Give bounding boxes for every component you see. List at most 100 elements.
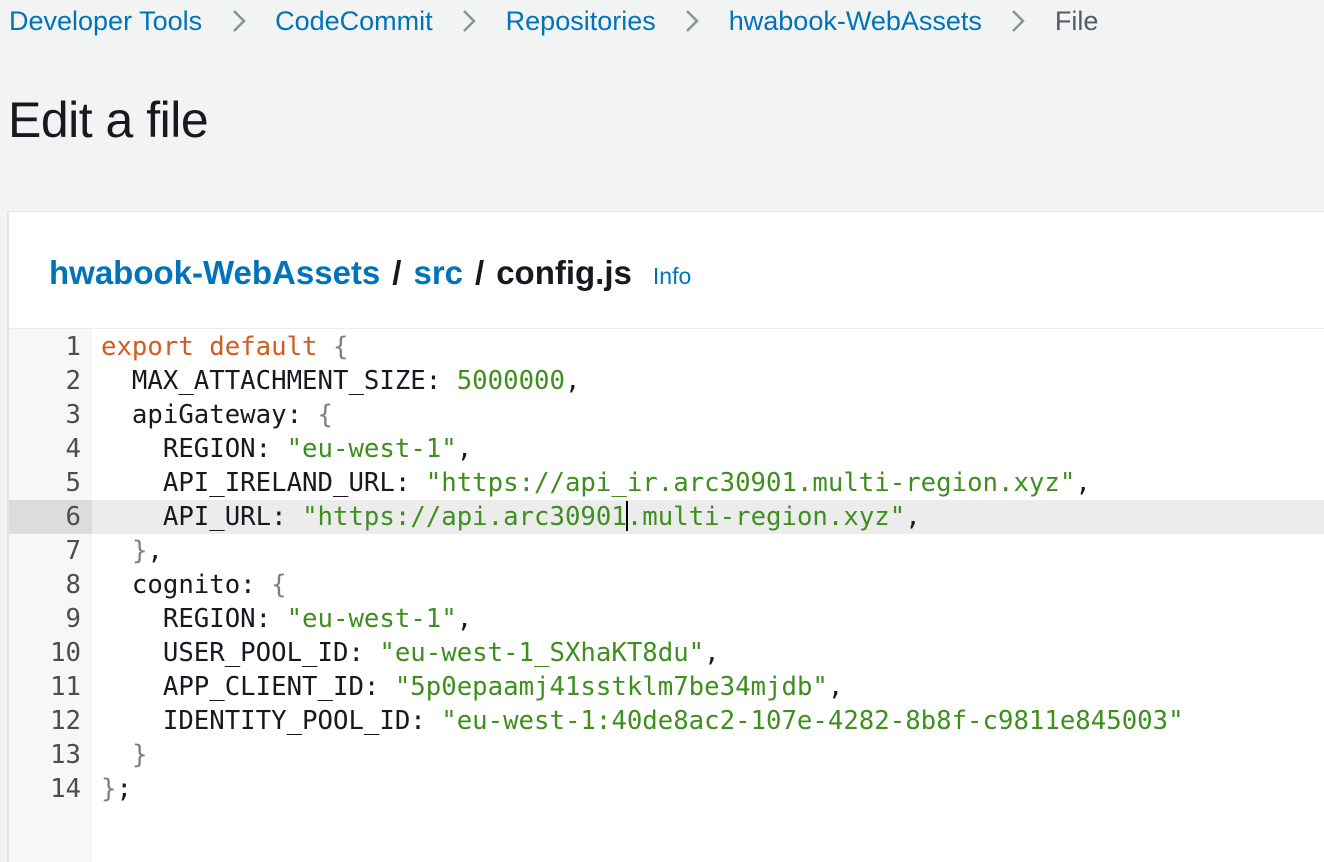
- code-token: {: [332, 332, 349, 362]
- file-path-repo-link[interactable]: hwabook-WebAssets: [49, 254, 380, 292]
- line-number: 8: [65, 570, 81, 600]
- code-token: {: [317, 400, 333, 430]
- code-token: "https://api_ir.arc30901.multi-region.xy…: [425, 468, 1076, 498]
- code-token: REGION:: [101, 604, 287, 634]
- line-number: 6: [9, 500, 92, 534]
- code-line[interactable]: 1 export default {: [9, 330, 1324, 364]
- code-text[interactable]: API_URL: "https://api.arc30901 .multi-reg…: [101, 500, 921, 534]
- code-token: IDENTITY_POOL_ID:: [101, 706, 442, 736]
- code-token: APP_CLIENT_ID:: [101, 672, 395, 702]
- info-link[interactable]: Info: [653, 263, 691, 290]
- code-text[interactable]: apiGateway: {: [101, 398, 333, 432]
- code-line[interactable]: 5 API_IRELAND_URL: "https://api_ir.arc30…: [9, 466, 1324, 500]
- code-token: export default: [101, 332, 318, 362]
- chevron-right-icon: [656, 9, 729, 33]
- code-token: ,: [456, 604, 473, 634]
- code-token: ,: [1075, 468, 1091, 498]
- code-token: "eu-west-1_SXhaKT8du": [379, 638, 705, 668]
- breadcrumb-repositories[interactable]: Repositories: [506, 6, 656, 37]
- code-text[interactable]: APP_CLIENT_ID: "5p0epaamj41sstklm7be34mj…: [101, 670, 843, 704]
- breadcrumb-current-file: File: [1054, 5, 1099, 36]
- code-text[interactable]: API_IRELAND_URL: "https://api_ir.arc3090…: [101, 466, 1091, 500]
- code-text[interactable]: IDENTITY_POOL_ID: "eu-west-1:40de8ac2-10…: [101, 704, 1184, 738]
- code-token: apiGateway:: [101, 400, 318, 430]
- code-text[interactable]: cognito: {: [101, 568, 287, 602]
- code-token: ,: [827, 672, 844, 702]
- line-number: 2: [65, 366, 81, 396]
- line-number: 14: [50, 774, 81, 804]
- code-token: .multi-region.xyz": [626, 502, 906, 532]
- code-text[interactable]: REGION: "eu-west-1",: [101, 602, 472, 636]
- code-token: ;: [116, 774, 132, 804]
- line-number: 13: [50, 740, 81, 770]
- code-line[interactable]: 3 apiGateway: {: [9, 398, 1324, 432]
- code-text[interactable]: MAX_ATTACHMENT_SIZE: 5000000,: [101, 364, 581, 398]
- chevron-right-icon: [202, 9, 275, 33]
- line-number: 4: [65, 434, 81, 464]
- code-token: "https://api.arc30901: [302, 502, 627, 532]
- breadcrumb: Developer Tools CodeCommit Repositories …: [9, 4, 1098, 38]
- code-token: USER_POOL_ID:: [101, 638, 380, 668]
- code-line[interactable]: 6 API_URL: "https://api.arc30901 .multi-r…: [9, 500, 1324, 534]
- breadcrumb-developer-tools[interactable]: Developer Tools: [9, 6, 202, 37]
- chevron-right-icon: [982, 9, 1055, 33]
- line-number: 1: [65, 332, 81, 362]
- code-token: "5p0epaamj41sstklm7be34mjdb": [394, 672, 828, 702]
- edit-file-panel: hwabook-WebAssets / src / config.js Info…: [7, 211, 1324, 862]
- code-token: API_IRELAND_URL:: [101, 468, 426, 498]
- code-token: "eu-west-1": [286, 604, 457, 634]
- file-path-folder-link[interactable]: src: [413, 254, 463, 292]
- code-token: }: [101, 774, 117, 804]
- line-number: 3: [65, 400, 81, 430]
- code-text[interactable]: },: [101, 534, 163, 568]
- code-token: ,: [564, 366, 581, 396]
- code-text[interactable]: USER_POOL_ID: "eu-west-1_SXhaKT8du",: [101, 636, 720, 670]
- breadcrumb-codecommit[interactable]: CodeCommit: [275, 6, 433, 37]
- chevron-right-icon: [433, 9, 506, 33]
- line-number: 11: [50, 672, 81, 702]
- code-token: REGION:: [101, 434, 287, 464]
- panel-header: hwabook-WebAssets / src / config.js Info: [9, 212, 1324, 329]
- code-line[interactable]: 8 cognito: {: [9, 568, 1324, 602]
- file-path-file-name: config.js: [496, 254, 632, 291]
- code-token: "eu-west-1:40de8ac2-107e-4282-8b8f-c9811…: [441, 706, 1184, 736]
- code-line[interactable]: 12 IDENTITY_POOL_ID: "eu-west-1:40de8ac2…: [9, 704, 1324, 738]
- line-number: 7: [65, 536, 81, 566]
- code-line[interactable]: 13 }: [9, 738, 1324, 772]
- code-line[interactable]: 14};: [9, 772, 1324, 806]
- code-token: }: [131, 536, 148, 566]
- code-token: cognito:: [101, 570, 272, 600]
- code-token: {: [271, 570, 287, 600]
- code-token: API_URL:: [101, 502, 303, 532]
- line-number: 10: [50, 638, 81, 668]
- line-number: 5: [65, 468, 81, 498]
- code-text[interactable]: }: [101, 738, 147, 772]
- code-line[interactable]: 2 MAX_ATTACHMENT_SIZE: 5000000,: [9, 364, 1324, 398]
- file-path: hwabook-WebAssets / src / config.js Info: [49, 254, 691, 294]
- code-editor[interactable]: 1 export default {2 MAX_ATTACHMENT_SIZE: …: [9, 329, 1324, 862]
- code-line[interactable]: 7 },: [9, 534, 1324, 568]
- code-token: ,: [704, 638, 720, 668]
- code-token: MAX_ATTACHMENT_SIZE:: [101, 366, 457, 396]
- line-number: 9: [65, 604, 81, 634]
- text-cursor: [625, 501, 628, 531]
- page-title: Edit a file: [8, 92, 209, 148]
- code-token: "eu-west-1": [286, 434, 457, 464]
- code-text[interactable]: };: [101, 772, 132, 806]
- code-line[interactable]: 9 REGION: "eu-west-1",: [9, 602, 1324, 636]
- code-token: ,: [147, 536, 163, 566]
- breadcrumb-repository[interactable]: hwabook-WebAssets: [729, 6, 982, 37]
- code-line[interactable]: 10 USER_POOL_ID: "eu-west-1_SXhaKT8du",: [9, 636, 1324, 670]
- code-text[interactable]: export default {: [101, 330, 348, 364]
- code-line[interactable]: 4 REGION: "eu-west-1",: [9, 432, 1324, 466]
- code-token: ,: [905, 502, 921, 532]
- code-text[interactable]: REGION: "eu-west-1",: [101, 432, 472, 466]
- line-number: 12: [50, 706, 81, 736]
- file-path-separator: /: [475, 254, 485, 291]
- code-line[interactable]: 11 APP_CLIENT_ID: "5p0epaamj41sstklm7be3…: [9, 670, 1324, 704]
- code-token: }: [131, 740, 148, 770]
- code-token: 5000000: [456, 366, 565, 396]
